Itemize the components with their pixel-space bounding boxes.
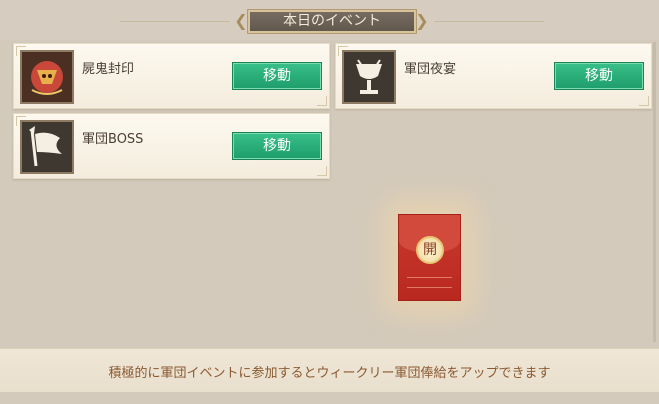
card-corner-ornament <box>639 96 649 106</box>
title-divider-right <box>434 21 544 22</box>
ornament-right-icon: ❯ <box>415 11 429 30</box>
seal-icon <box>20 50 74 104</box>
scrollbar[interactable] <box>653 42 656 342</box>
move-button-shiki-seal[interactable]: 移動 <box>232 62 322 90</box>
red-packet-line <box>407 287 452 288</box>
event-card-legion-banquet: 軍団夜宴 移動 <box>335 43 652 109</box>
event-panel: ❮ 本日のイベント ❯ 屍鬼封印 移動 軍団夜宴 移動 軍団BOSS 移動 開 … <box>0 0 659 404</box>
red-packet[interactable]: 開 <box>398 214 461 301</box>
card-corner-ornament <box>317 96 327 106</box>
move-button-legion-boss[interactable]: 移動 <box>232 132 322 160</box>
open-red-packet-button[interactable]: 開 <box>416 236 444 264</box>
goblet-icon <box>342 50 396 104</box>
card-corner-ornament <box>317 166 327 176</box>
footer-message: 積極的に軍団イベントに参加するとウィークリー軍団俸給をアップできます <box>108 366 551 381</box>
red-packet-line <box>407 277 452 278</box>
title-divider-left <box>120 21 230 22</box>
event-name: 屍鬼封印 <box>82 62 135 77</box>
move-button-legion-banquet[interactable]: 移動 <box>554 62 644 90</box>
event-card-legion-boss: 軍団BOSS 移動 <box>13 113 330 179</box>
footer: 積極的に軍団イベントに参加するとウィークリー軍団俸給をアップできます <box>0 348 659 392</box>
page-title: 本日のイベント <box>247 9 417 34</box>
banner-flag-icon <box>20 120 74 174</box>
event-name: 軍団BOSS <box>82 132 144 147</box>
header-bar: ❮ 本日のイベント ❯ <box>0 0 659 40</box>
event-card-shiki-seal: 屍鬼封印 移動 <box>13 43 330 109</box>
event-name: 軍団夜宴 <box>404 62 457 77</box>
